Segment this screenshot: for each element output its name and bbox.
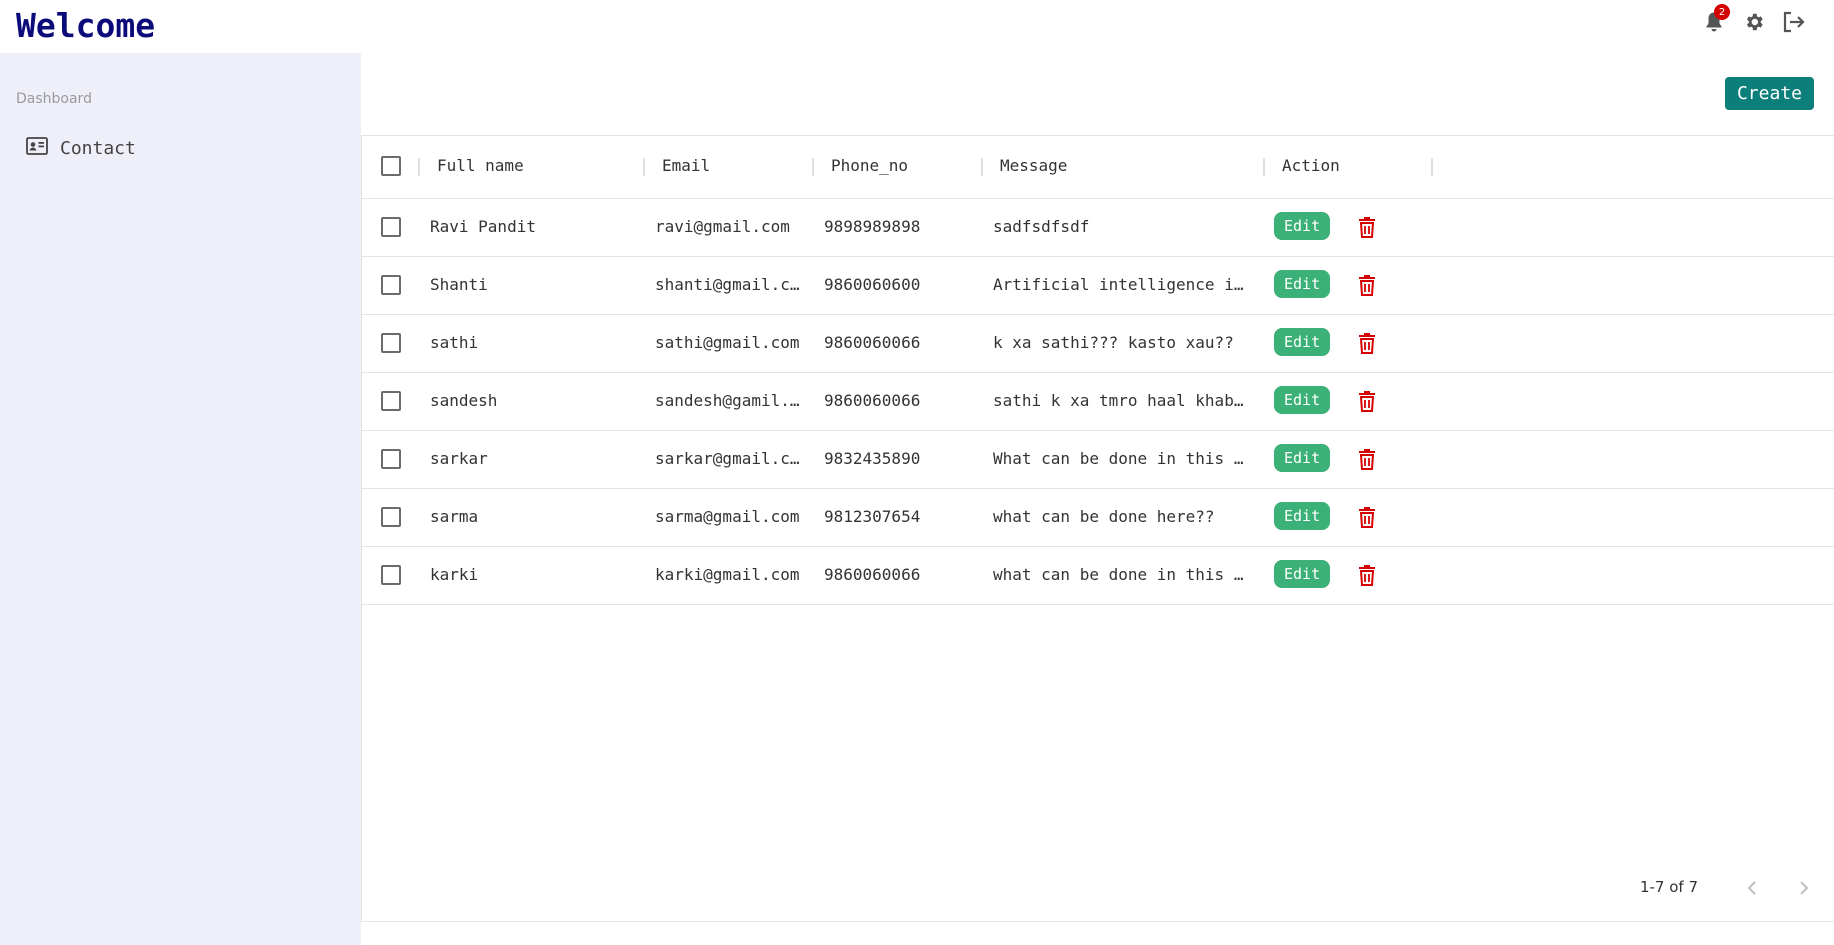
cell-message: k xa sathi??? kasto xau?? (993, 333, 1234, 352)
column-separator[interactable] (1263, 158, 1265, 176)
cell-message: What can be done in this … (993, 449, 1244, 468)
row-checkbox[interactable] (381, 391, 401, 411)
sidebar-section-label: Dashboard (16, 91, 92, 107)
bell-icon[interactable]: 2 (1702, 4, 1730, 34)
table-row[interactable]: sarkar sarkar@gmail.c… 9832435890 What c… (362, 431, 1834, 489)
sidebar-item-contact[interactable]: Contact (26, 137, 136, 160)
cell-full-name: sathi (430, 333, 479, 352)
create-button[interactable]: Create (1724, 77, 1814, 110)
cell-email: shanti@gmail.c… (655, 275, 800, 294)
contact-card-icon (26, 137, 48, 160)
chevron-left-icon (1747, 881, 1756, 895)
cell-full-name: sandesh (430, 391, 498, 410)
chevron-right-icon (1800, 881, 1809, 895)
edit-button[interactable]: Edit (1274, 444, 1331, 472)
top-bar: Welcome 2 (0, 0, 1834, 53)
cell-phone: 9898989898 (824, 217, 921, 236)
column-header-message[interactable]: Message (1000, 156, 1067, 175)
cell-phone: 9832435890 (824, 449, 921, 468)
cell-full-name: Ravi Pandit (430, 217, 536, 236)
cell-phone: 9860060066 (824, 391, 921, 410)
cell-message: sadfsdfsdf (993, 217, 1090, 236)
main-content: Create Full name Email Phone_no Message … (361, 53, 1834, 945)
cell-message: Artificial intelligence i… (993, 275, 1244, 294)
cell-message: sathi k xa tmro haal khab… (993, 391, 1244, 410)
table-row[interactable]: sarma sarma@gmail.com 9812307654 what ca… (362, 489, 1834, 547)
table-row[interactable]: sathi sathi@gmail.com 9860060066 k xa sa… (362, 315, 1834, 373)
column-separator[interactable] (812, 158, 814, 176)
row-checkbox[interactable] (381, 507, 401, 527)
column-header-action: Action (1282, 156, 1340, 175)
cell-email: sarkar@gmail.c… (655, 449, 800, 468)
delete-icon[interactable] (1356, 273, 1378, 297)
pagination-range: 1-7 of 7 (1639, 878, 1698, 896)
column-separator[interactable] (418, 158, 420, 176)
table-header: Full name Email Phone_no Message Action (362, 136, 1834, 199)
edit-button[interactable]: Edit (1274, 328, 1331, 356)
row-checkbox[interactable] (381, 449, 401, 469)
delete-icon[interactable] (1356, 505, 1378, 529)
cell-message: what can be done in this … (993, 565, 1244, 584)
header-actions: 2 (1702, 4, 1806, 34)
delete-icon[interactable] (1356, 215, 1378, 239)
select-all-checkbox[interactable] (381, 156, 401, 176)
cell-phone: 9860060600 (824, 275, 921, 294)
delete-icon[interactable] (1356, 447, 1378, 471)
cell-full-name: sarkar (430, 449, 488, 468)
table-row[interactable]: Shanti shanti@gmail.c… 9860060600 Artifi… (362, 257, 1834, 315)
logout-icon[interactable] (1782, 10, 1806, 34)
page-title: Welcome (16, 6, 156, 45)
column-separator[interactable] (643, 158, 645, 176)
delete-icon[interactable] (1356, 331, 1378, 355)
column-header-full-name[interactable]: Full name (437, 156, 524, 175)
edit-button[interactable]: Edit (1274, 560, 1331, 588)
cell-email: sarma@gmail.com (655, 507, 800, 526)
row-checkbox[interactable] (381, 565, 401, 585)
edit-button[interactable]: Edit (1274, 212, 1331, 240)
column-header-phone[interactable]: Phone_no (831, 156, 908, 175)
cell-phone: 9812307654 (824, 507, 921, 526)
column-separator[interactable] (981, 158, 983, 176)
edit-button[interactable]: Edit (1274, 270, 1331, 298)
cell-full-name: sarma (430, 507, 479, 526)
contacts-table: Full name Email Phone_no Message Action … (361, 135, 1834, 922)
previous-page-button[interactable] (1740, 876, 1764, 900)
row-checkbox[interactable] (381, 217, 401, 237)
sidebar-item-label: Contact (60, 138, 136, 159)
row-checkbox[interactable] (381, 275, 401, 295)
table-row[interactable]: Ravi Pandit ravi@gmail.com 9898989898 sa… (362, 199, 1834, 257)
next-page-button[interactable] (1792, 876, 1816, 900)
delete-icon[interactable] (1356, 563, 1378, 587)
cell-email: sathi@gmail.com (655, 333, 800, 352)
cell-email: ravi@gmail.com (655, 217, 790, 236)
gear-icon[interactable] (1742, 10, 1766, 34)
column-header-email[interactable]: Email (662, 156, 710, 175)
column-separator[interactable] (1431, 158, 1433, 176)
table-row[interactable]: karki karki@gmail.com 9860060066 what ca… (362, 547, 1834, 605)
pagination: 1-7 of 7 (1434, 873, 1834, 903)
cell-phone: 9860060066 (824, 333, 921, 352)
cell-message: what can be done here?? (993, 507, 1215, 526)
sidebar: Dashboard Contact (0, 53, 361, 945)
edit-button[interactable]: Edit (1274, 386, 1331, 414)
delete-icon[interactable] (1356, 389, 1378, 413)
cell-full-name: karki (430, 565, 479, 584)
cell-email: sandesh@gamil.… (655, 391, 800, 410)
cell-full-name: Shanti (430, 275, 488, 294)
row-checkbox[interactable] (381, 333, 401, 353)
cell-email: karki@gmail.com (655, 565, 800, 584)
notification-badge: 2 (1714, 4, 1730, 20)
cell-phone: 9860060066 (824, 565, 921, 584)
table-row[interactable]: sandesh sandesh@gamil.… 9860060066 sathi… (362, 373, 1834, 431)
edit-button[interactable]: Edit (1274, 502, 1331, 530)
